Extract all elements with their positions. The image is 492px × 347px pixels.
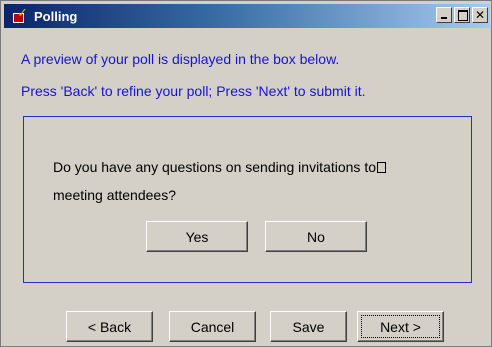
instruction-preview: A preview of your poll is displayed in t… bbox=[21, 51, 340, 67]
poll-question-line2: meeting attendees? bbox=[53, 187, 176, 203]
close-icon: ✕ bbox=[474, 8, 486, 22]
poll-checkbox-icon: ✓ bbox=[12, 6, 28, 24]
close-button[interactable]: ✕ bbox=[472, 7, 488, 23]
title-bar[interactable]: ✓ Polling ✕ bbox=[4, 4, 490, 28]
poll-preview-box: Do you have any questions on sending inv… bbox=[23, 116, 472, 283]
unknown-glyph-icon bbox=[377, 162, 386, 173]
save-button[interactable]: Save bbox=[270, 311, 347, 342]
poll-question: Do you have any questions on sending inv… bbox=[53, 153, 453, 209]
answer-no-button[interactable]: No bbox=[265, 221, 367, 252]
polling-window: ✓ Polling ✕ A preview of your poll is di… bbox=[0, 0, 492, 347]
back-button[interactable]: < Back bbox=[66, 311, 153, 342]
focus-ring bbox=[361, 315, 440, 338]
next-button[interactable]: Next > bbox=[357, 311, 444, 342]
answer-yes-button[interactable]: Yes bbox=[146, 221, 248, 252]
maximize-button[interactable] bbox=[454, 7, 470, 23]
minimize-button[interactable] bbox=[436, 7, 452, 23]
instruction-navigation: Press 'Back' to refine your poll; Press … bbox=[21, 83, 366, 99]
cancel-button[interactable]: Cancel bbox=[169, 311, 256, 342]
poll-question-line1: Do you have any questions on sending inv… bbox=[53, 159, 376, 175]
window-title: Polling bbox=[34, 8, 78, 24]
window-controls: ✕ bbox=[436, 7, 488, 23]
